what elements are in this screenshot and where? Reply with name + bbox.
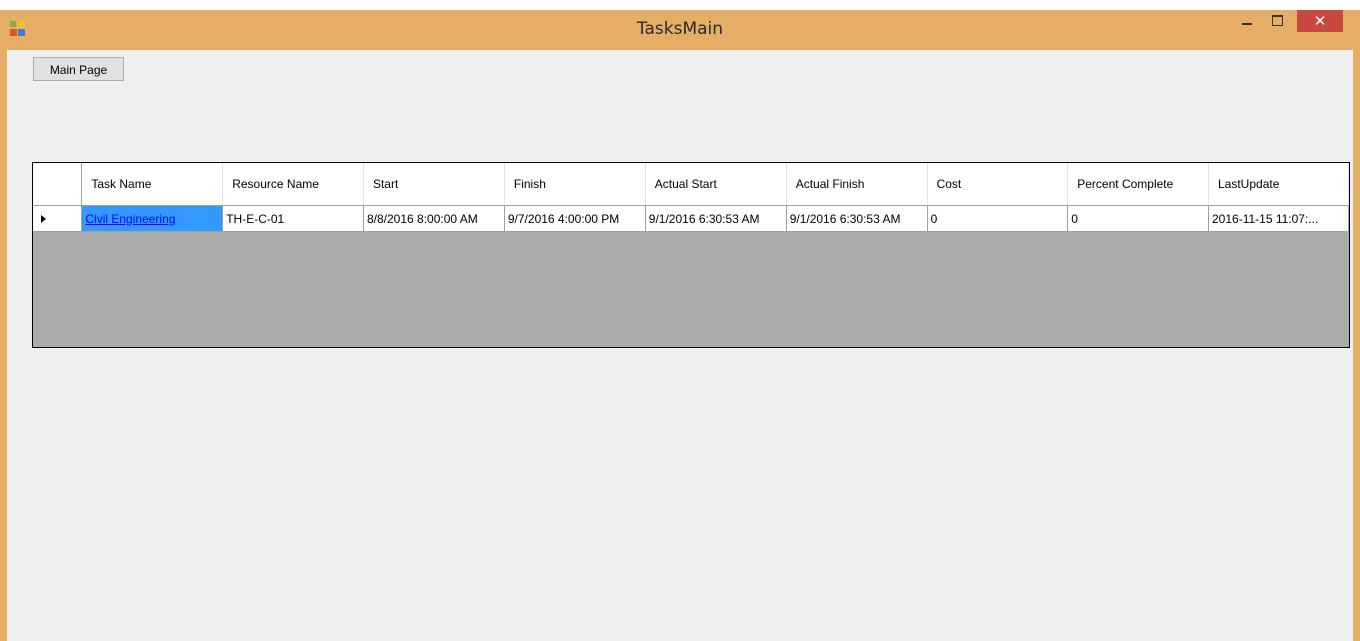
cell-last-update[interactable]: 2016-11-15 11:07:... [1208, 205, 1349, 232]
minimize-icon [1242, 23, 1252, 25]
column-header-actual-start[interactable]: Actual Start [645, 163, 787, 206]
column-header-percent-complete[interactable]: Percent Complete [1067, 163, 1209, 206]
task-name-link[interactable]: Civil Engineering [85, 212, 175, 226]
cell-cost[interactable]: 0 [927, 205, 1069, 232]
cell-resource-name[interactable]: TH-E-C-01 [222, 205, 364, 232]
row-header[interactable] [33, 205, 83, 232]
minimize-button[interactable] [1234, 10, 1260, 32]
maximize-button[interactable] [1264, 10, 1292, 32]
cell-task-name[interactable]: Civil Engineering [81, 205, 224, 232]
column-header-cost[interactable]: Cost [927, 163, 1069, 206]
cell-actual-finish[interactable]: 9/1/2016 6:30:53 AM [786, 205, 928, 232]
cell-finish[interactable]: 9/7/2016 4:00:00 PM [504, 205, 646, 232]
column-header-resource-name[interactable]: Resource Name [222, 163, 364, 206]
table-row[interactable]: Civil Engineering TH-E-C-01 8/8/2016 8:0… [33, 205, 1349, 232]
maximize-icon [1272, 15, 1283, 26]
app-window: TasksMain ✕ Main Page Task Name Resource… [0, 10, 1360, 641]
cell-start[interactable]: 8/8/2016 8:00:00 AM [363, 205, 505, 232]
header-row: Task Name Resource Name Start Finish Act… [33, 163, 1349, 206]
corner-header[interactable] [33, 163, 83, 206]
close-button[interactable]: ✕ [1297, 10, 1343, 32]
column-header-finish[interactable]: Finish [504, 163, 646, 206]
cell-percent-complete[interactable]: 0 [1067, 205, 1209, 232]
window-title: TasksMain [636, 19, 724, 39]
close-icon: ✕ [1313, 12, 1327, 30]
column-header-task-name[interactable]: Task Name [81, 163, 224, 206]
client-area: Main Page Task Name Resource Name Start … [7, 50, 1353, 641]
tasks-grid[interactable]: Task Name Resource Name Start Finish Act… [32, 162, 1350, 348]
cell-actual-start[interactable]: 9/1/2016 6:30:53 AM [645, 205, 787, 232]
column-header-last-update[interactable]: LastUpdate [1208, 163, 1349, 206]
current-row-arrow-icon [41, 214, 46, 223]
title-bar[interactable]: TasksMain ✕ [0, 10, 1360, 50]
tasks-table: Task Name Resource Name Start Finish Act… [33, 163, 1349, 232]
main-page-button[interactable]: Main Page [33, 57, 124, 81]
column-header-start[interactable]: Start [363, 163, 505, 206]
column-header-actual-finish[interactable]: Actual Finish [786, 163, 928, 206]
